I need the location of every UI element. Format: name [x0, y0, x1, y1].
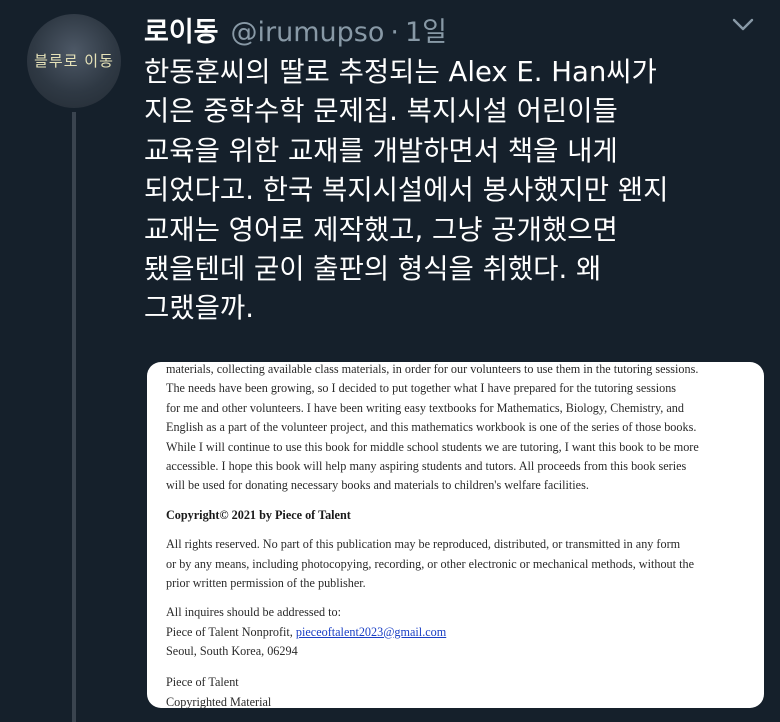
document-line: will be used for donating necessary book…: [166, 478, 589, 493]
document-line: English as a part of the volunteer proje…: [166, 420, 697, 435]
separator-dot: ·: [390, 17, 399, 48]
rights-line: All rights reserved. No part of this pub…: [166, 537, 681, 552]
organization-line: Piece of Talent Nonprofit, pieceoftalent…: [166, 623, 756, 642]
document-line: While I will continue to use this book f…: [166, 439, 699, 454]
tweet-line: 지은 중학수학 문제집. 복지시설 어린이들: [144, 95, 618, 128]
rights-line: prior written permission of the publishe…: [166, 575, 366, 590]
document-page: materials, collecting available class ma…: [166, 362, 756, 708]
tweet-line: 교재는 영어로 제작했고, 그냥 공개했으면: [144, 213, 618, 246]
document-line: accessible. I hope this book will help m…: [166, 458, 687, 473]
display-name[interactable]: 로이동: [144, 10, 219, 49]
avatar-text: 블루로 이동: [34, 52, 114, 70]
document-line: materials, collecting available class ma…: [166, 362, 699, 376]
tweet-line: 되었다고. 한국 복지시설에서 봉사했지만 왠지: [144, 174, 669, 207]
tweet-header: 로이동 @irumupso · 1일: [144, 10, 447, 49]
tweet-line: 교육을 위한 교재를 개발하면서 책을 내게: [144, 134, 618, 167]
inquiries-label: All inquires should be addressed to:: [166, 605, 341, 620]
copyright-heading: Copyright© 2021 by Piece of Talent: [166, 507, 351, 522]
footer-note: Copyrighted Material: [166, 694, 272, 708]
document-line: for me and other volunteers. I have been…: [166, 400, 684, 415]
organization-name: Piece of Talent Nonprofit,: [166, 624, 296, 639]
tweet-line: 됐을텐데 굳이 출판의 형식을 취했다. 왜: [144, 253, 602, 286]
tweet-time[interactable]: 1일: [405, 10, 447, 49]
footer-name: Piece of Talent: [166, 675, 239, 690]
thread-line: [72, 112, 76, 722]
avatar[interactable]: 블루로 이동: [27, 14, 121, 108]
email-link: pieceoftalent2023@gmail.com: [295, 624, 447, 639]
address-line: Seoul, South Korea, 06294: [166, 644, 298, 659]
tweet-line: 그랬을까.: [144, 292, 254, 325]
chevron-down-icon[interactable]: [732, 18, 754, 32]
document-line: The needs have been growing, so I decide…: [166, 381, 677, 396]
tweet-text: 한동훈씨의 딸로 추정되는 Alex E. Han씨가 지은 중학수학 문제집.…: [144, 53, 764, 329]
user-handle[interactable]: @irumupso: [231, 17, 385, 48]
tweet-line: 한동훈씨의 딸로 추정되는 Alex E. Han씨가: [144, 56, 657, 88]
rights-line: or by any means, including photocopying,…: [166, 556, 694, 571]
tweet-media-image[interactable]: materials, collecting available class ma…: [147, 362, 764, 708]
